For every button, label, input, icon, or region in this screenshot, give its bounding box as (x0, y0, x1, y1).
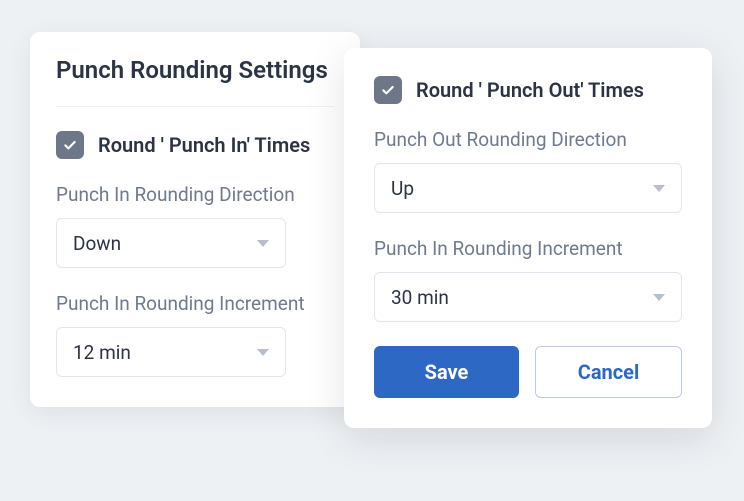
punch-out-increment-label: Punch In Rounding Increment (374, 237, 682, 260)
round-punch-out-checkbox-row[interactable]: Round ' Punch Out' Times (374, 76, 682, 104)
punch-out-direction-value: Up (391, 177, 414, 200)
round-punch-in-checkbox[interactable] (56, 131, 84, 159)
check-icon (380, 82, 396, 98)
punch-in-increment-value: 12 min (73, 341, 131, 364)
save-button[interactable]: Save (374, 346, 519, 398)
round-punch-out-label: Round ' Punch Out' Times (416, 78, 644, 102)
punch-in-settings-panel: Punch Rounding Settings Round ' Punch In… (30, 32, 360, 407)
punch-out-settings-panel: Round ' Punch Out' Times Punch Out Round… (344, 48, 712, 428)
chevron-down-icon (257, 349, 269, 356)
punch-in-direction-select[interactable]: Down (56, 218, 286, 268)
button-row: Save Cancel (374, 346, 682, 398)
chevron-down-icon (257, 240, 269, 247)
round-punch-in-label: Round ' Punch In' Times (98, 133, 310, 157)
round-punch-in-checkbox-row[interactable]: Round ' Punch In' Times (56, 131, 334, 159)
punch-in-increment-select[interactable]: 12 min (56, 327, 286, 377)
punch-in-increment-label: Punch In Rounding Increment (56, 292, 334, 315)
panel-title: Punch Rounding Settings (56, 56, 334, 107)
punch-out-increment-select[interactable]: 30 min (374, 272, 682, 322)
check-icon (62, 137, 78, 153)
punch-out-increment-value: 30 min (391, 286, 449, 309)
cancel-button[interactable]: Cancel (535, 346, 682, 398)
round-punch-out-checkbox[interactable] (374, 76, 402, 104)
punch-out-direction-label: Punch Out Rounding Direction (374, 128, 682, 151)
chevron-down-icon (653, 294, 665, 301)
chevron-down-icon (653, 185, 665, 192)
punch-in-direction-label: Punch In Rounding Direction (56, 183, 334, 206)
punch-in-direction-value: Down (73, 232, 121, 255)
punch-out-direction-select[interactable]: Up (374, 163, 682, 213)
